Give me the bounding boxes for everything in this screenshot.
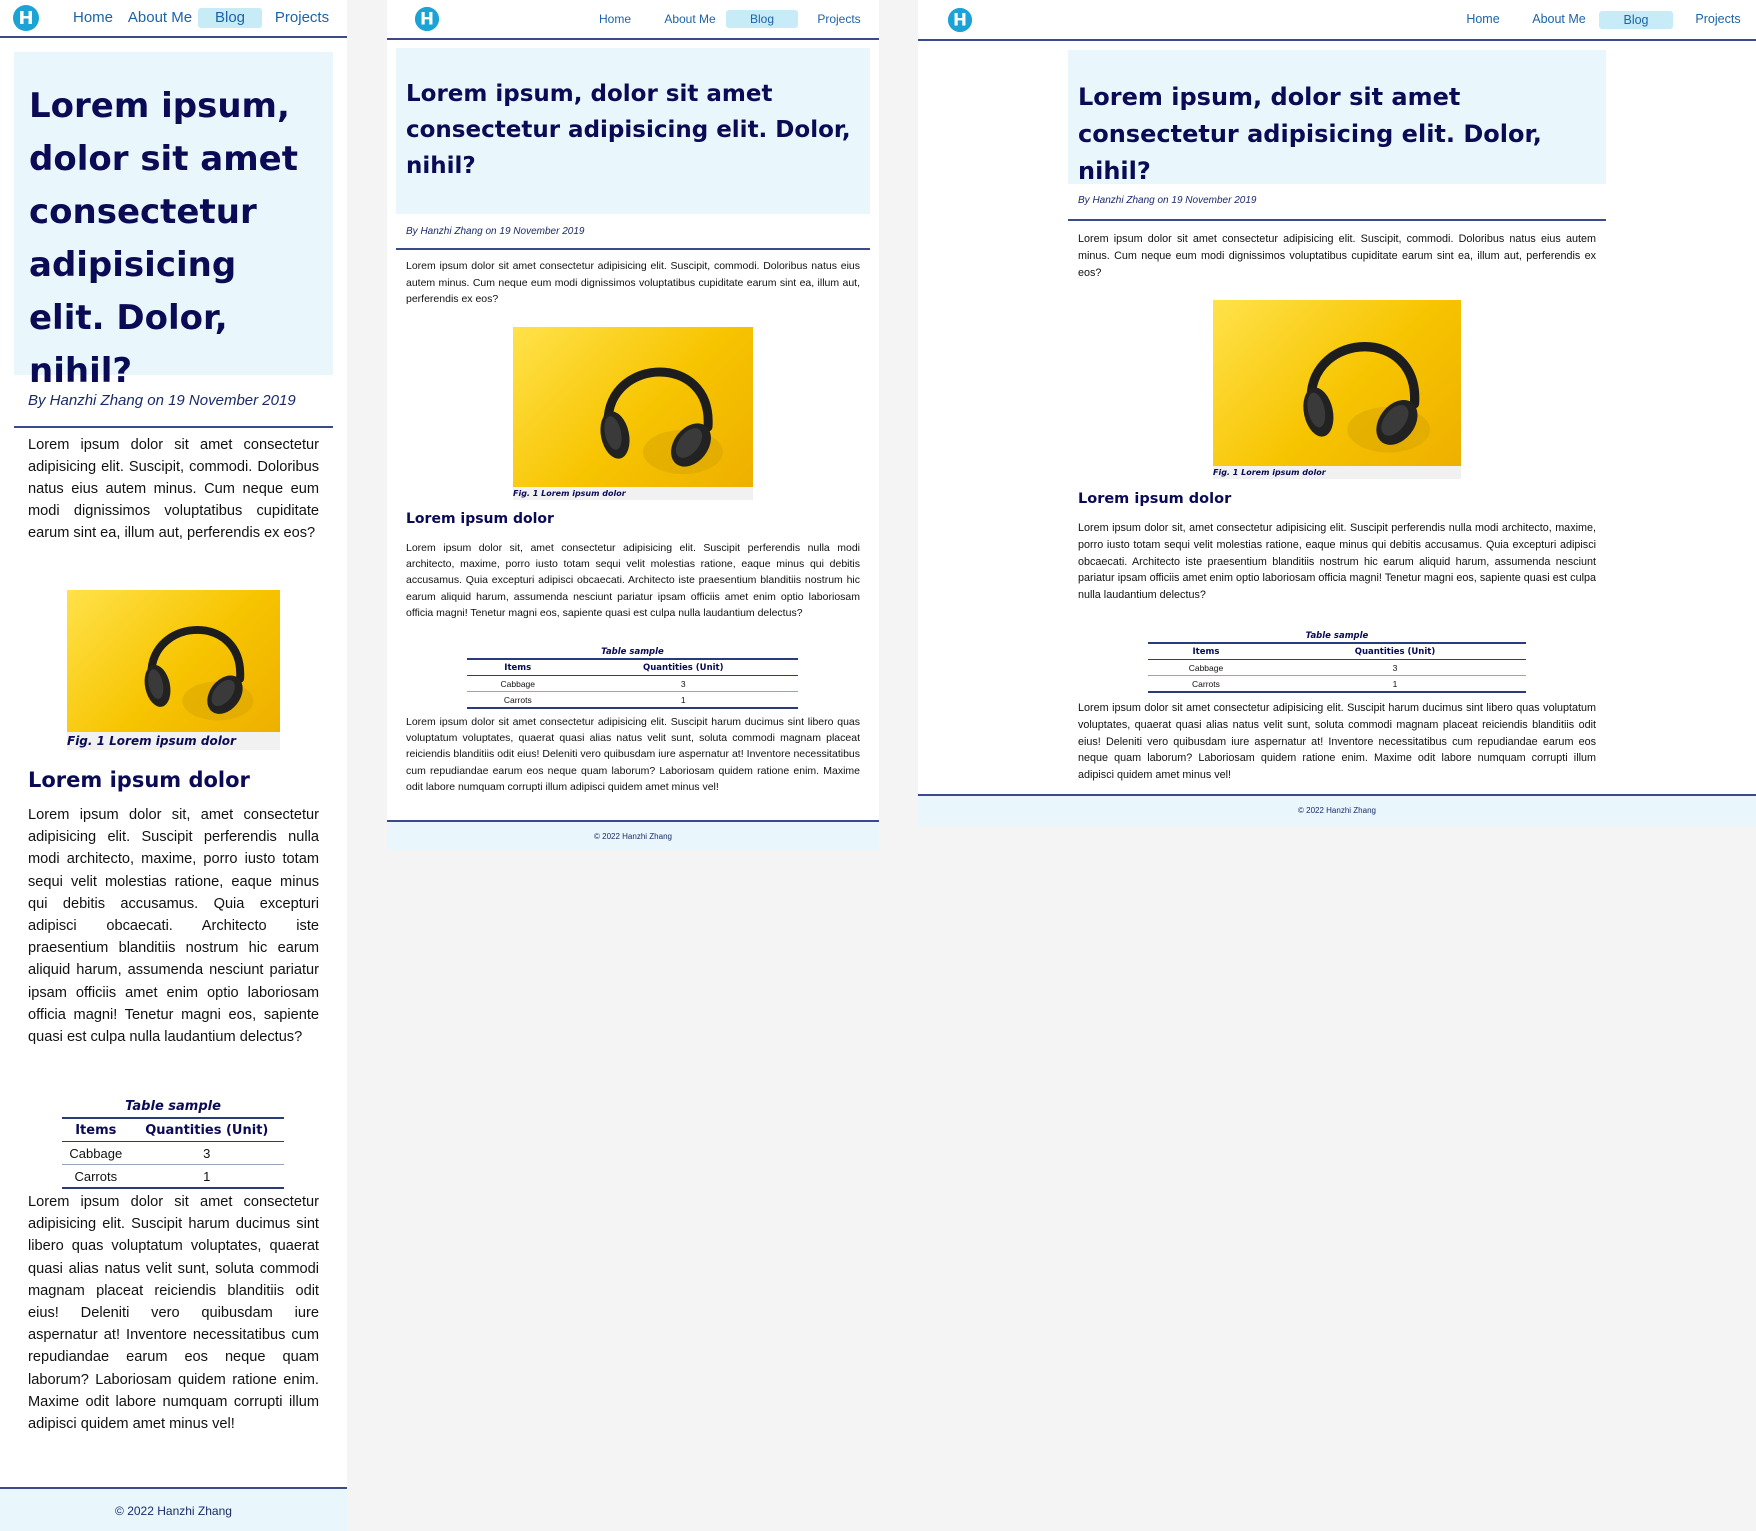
table-row: Cabbage 3 bbox=[467, 675, 798, 692]
table-row: Cabbage 3 bbox=[62, 1141, 284, 1165]
table-row: Carrots 1 bbox=[1148, 676, 1526, 693]
nav-projects[interactable]: Projects bbox=[1686, 0, 1750, 39]
table-header-quantities: Quantities (Unit) bbox=[129, 1118, 284, 1142]
svg-text:H: H bbox=[953, 10, 967, 30]
intro-paragraph: Lorem ipsum dolor sit amet consectetur a… bbox=[28, 437, 319, 541]
navbar: H Home About Me Blog Projects bbox=[387, 0, 879, 40]
byline: By Hanzhi Zhang on 19 November 2019 bbox=[14, 389, 333, 428]
desktop-preview: H Home About Me Blog Projects Lorem ipsu… bbox=[918, 0, 1756, 826]
table-cell: Cabbage bbox=[1148, 659, 1264, 676]
tablet-preview: H Home About Me Blog Projects Lorem ipsu… bbox=[387, 0, 879, 850]
figure-caption: Fig. 1 Lorem ipsum dolor bbox=[1213, 468, 1326, 477]
headphones-photo bbox=[67, 590, 280, 732]
table-cell: Carrots bbox=[503, 694, 532, 705]
footer: © 2022 Hanzhi Zhang bbox=[387, 820, 879, 850]
svg-text:H: H bbox=[18, 8, 33, 29]
table-block: Table sample Items Quantities (Unit) Cab… bbox=[467, 646, 798, 709]
nav-home[interactable]: Home bbox=[70, 0, 116, 36]
closing-paragraph: Lorem ipsum dolor sit amet consectetur a… bbox=[1078, 702, 1596, 782]
table-caption: Table sample bbox=[601, 647, 664, 657]
title-banner: Lorem ipsum, dolor sit amet consectetur … bbox=[1068, 50, 1606, 185]
nav-blog[interactable]: Blog bbox=[726, 10, 798, 28]
figure: Fig. 1 Lorem ipsum dolor bbox=[513, 327, 753, 500]
nav-blog[interactable]: Blog bbox=[1599, 11, 1673, 29]
body-paragraph: Lorem ipsum dolor sit, amet consectetur … bbox=[406, 542, 860, 619]
figure: Fig. 1 Lorem ipsum dolor bbox=[67, 590, 280, 750]
table-header-quantities: Quantities (Unit) bbox=[1263, 643, 1526, 660]
table-cell: Carrots bbox=[74, 1168, 118, 1184]
table-caption: Table sample bbox=[125, 1099, 221, 1114]
nav-about[interactable]: About Me bbox=[1522, 0, 1596, 39]
logo-icon[interactable]: H bbox=[947, 7, 973, 37]
intro-paragraph: Lorem ipsum dolor sit amet consectetur a… bbox=[406, 260, 860, 305]
byline: By Hanzhi Zhang on 19 November 2019 bbox=[1068, 191, 1606, 221]
table-cell: 3 bbox=[568, 675, 798, 692]
title-banner: Lorem ipsum, dolor sit amet consectetur … bbox=[396, 48, 870, 214]
page-title: Lorem ipsum, dolor sit amet consectetur … bbox=[29, 86, 298, 391]
body-paragraph: Lorem ipsum dolor sit, amet consectetur … bbox=[1078, 522, 1596, 602]
table-cell: Cabbage bbox=[467, 675, 569, 692]
sample-table: Items Quantities (Unit) Cabbage 3 Carrot… bbox=[62, 1117, 284, 1189]
table-cell: 1 bbox=[680, 694, 686, 705]
footer: © 2022 Hanzhi Zhang bbox=[918, 794, 1756, 826]
figure-caption: Fig. 1 Lorem ipsum dolor bbox=[67, 734, 236, 748]
section-heading: Lorem ipsum dolor bbox=[1078, 491, 1232, 507]
nav-projects[interactable]: Projects bbox=[270, 0, 334, 36]
closing-paragraph: Lorem ipsum dolor sit amet consectetur a… bbox=[406, 716, 860, 793]
table-header-row: Items Quantities (Unit) bbox=[467, 659, 798, 676]
table-block: Table sample Items Quantities (Unit) Cab… bbox=[1148, 630, 1526, 693]
footer: © 2022 Hanzhi Zhang bbox=[0, 1487, 347, 1531]
headphones-photo bbox=[513, 327, 753, 487]
logo-icon[interactable]: H bbox=[12, 4, 40, 36]
nav-home[interactable]: Home bbox=[590, 0, 640, 38]
table-header-quantities: Quantities (Unit) bbox=[568, 659, 798, 676]
body-paragraph: Lorem ipsum dolor sit, amet consectetur … bbox=[28, 807, 319, 1046]
figure-caption: Fig. 1 Lorem ipsum dolor bbox=[513, 489, 626, 498]
table-cell: Cabbage bbox=[62, 1141, 130, 1165]
nav-blog[interactable]: Blog bbox=[198, 8, 262, 28]
mobile-preview: H Home About Me Blog Projects Lorem ipsu… bbox=[0, 0, 347, 1531]
nav-home[interactable]: Home bbox=[1458, 0, 1508, 39]
table-header-items: Items bbox=[62, 1118, 130, 1142]
section-heading: Lorem ipsum dolor bbox=[28, 768, 250, 792]
table-header-items: Items bbox=[467, 659, 569, 676]
table-header-row: Items Quantities (Unit) bbox=[62, 1118, 284, 1142]
table-caption: Table sample bbox=[1305, 631, 1369, 641]
table-row: Cabbage 3 bbox=[1148, 659, 1526, 676]
navbar: H Home About Me Blog Projects bbox=[0, 0, 347, 38]
closing-paragraph: Lorem ipsum dolor sit amet consectetur a… bbox=[28, 1194, 319, 1433]
section-heading: Lorem ipsum dolor bbox=[406, 511, 554, 527]
intro-paragraph: Lorem ipsum dolor sit amet consectetur a… bbox=[1078, 233, 1596, 279]
title-banner: Lorem ipsum, dolor sit amet consectetur … bbox=[14, 52, 333, 391]
sample-table: Items Quantities (Unit) Cabbage 3 Carrot… bbox=[1148, 642, 1526, 693]
nav-about[interactable]: About Me bbox=[655, 0, 725, 38]
page-title: Lorem ipsum, dolor sit amet consectetur … bbox=[1078, 83, 1542, 185]
table-cell: 1 bbox=[1392, 678, 1398, 689]
table-header-items: Items bbox=[1148, 643, 1264, 660]
byline: By Hanzhi Zhang on 19 November 2019 bbox=[396, 222, 870, 250]
nav-about[interactable]: About Me bbox=[124, 0, 196, 36]
nav-projects[interactable]: Projects bbox=[811, 0, 867, 38]
logo-icon[interactable]: H bbox=[414, 6, 440, 36]
table-cell: 3 bbox=[1263, 659, 1526, 676]
navbar: H Home About Me Blog Projects bbox=[918, 0, 1756, 41]
table-cell: 1 bbox=[203, 1168, 211, 1184]
sample-table: Items Quantities (Unit) Cabbage 3 Carrot… bbox=[467, 658, 798, 709]
page-title: Lorem ipsum, dolor sit amet consectetur … bbox=[406, 81, 851, 179]
table-block: Table sample Items Quantities (Unit) Cab… bbox=[62, 1097, 284, 1189]
table-cell: Carrots bbox=[1192, 678, 1220, 689]
svg-text:H: H bbox=[420, 9, 434, 29]
figure: Fig. 1 Lorem ipsum dolor bbox=[1213, 300, 1461, 479]
table-header-row: Items Quantities (Unit) bbox=[1148, 643, 1526, 660]
table-row: Carrots 1 bbox=[62, 1165, 284, 1189]
table-row: Carrots 1 bbox=[467, 692, 798, 709]
table-cell: 3 bbox=[129, 1141, 284, 1165]
headphones-photo bbox=[1213, 300, 1461, 466]
